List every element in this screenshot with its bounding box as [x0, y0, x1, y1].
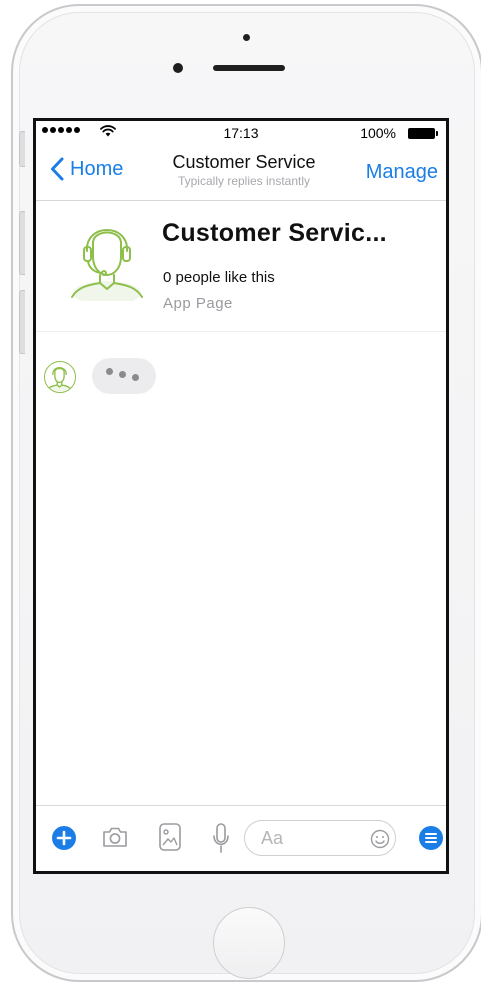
page-name[interactable]: Customer Servic... — [162, 219, 387, 248]
microphone-icon[interactable] — [212, 822, 230, 854]
status-bar: 17:13 100% — [36, 121, 446, 143]
nav-title: Customer Service — [172, 152, 316, 172]
camera-icon[interactable] — [102, 825, 128, 849]
volume-down-button — [19, 290, 25, 354]
manage-button[interactable]: Manage — [366, 161, 438, 184]
sender-avatar[interactable] — [44, 361, 76, 393]
front-camera — [173, 63, 183, 73]
volume-up-button — [19, 211, 25, 275]
mute-switch — [19, 131, 25, 167]
plus-icon[interactable] — [52, 826, 76, 850]
earpiece-speaker — [213, 65, 285, 71]
photo-icon[interactable] — [158, 822, 182, 852]
home-button[interactable] — [213, 907, 285, 979]
message-composer — [36, 805, 446, 871]
menu-icon[interactable] — [419, 826, 443, 850]
chevron-left-icon — [51, 157, 64, 181]
screen: 17:13 100% Home Customer Service Typical… — [33, 118, 449, 874]
page-likes: 0 people like this — [163, 269, 275, 286]
navigation-bar: Home Customer Service Typically replies … — [36, 143, 446, 201]
back-label: Home — [70, 157, 124, 180]
typing-indicator — [92, 358, 156, 394]
nav-title-block: Customer Service Typically replies insta… — [146, 151, 342, 189]
battery-icon — [408, 128, 438, 139]
page-header: Customer Servic... 0 people like this Ap… — [36, 201, 446, 331]
headset-agent-icon[interactable] — [64, 213, 150, 301]
page-category: App Page — [163, 295, 233, 312]
headset-agent-icon — [47, 366, 72, 392]
nav-subtitle: Typically replies instantly — [177, 174, 311, 188]
battery-percentage: 100% — [360, 125, 396, 141]
sensor-dot — [243, 34, 250, 41]
header-divider — [36, 331, 446, 332]
emoji-icon[interactable] — [370, 829, 390, 849]
back-button[interactable]: Home — [50, 157, 123, 181]
